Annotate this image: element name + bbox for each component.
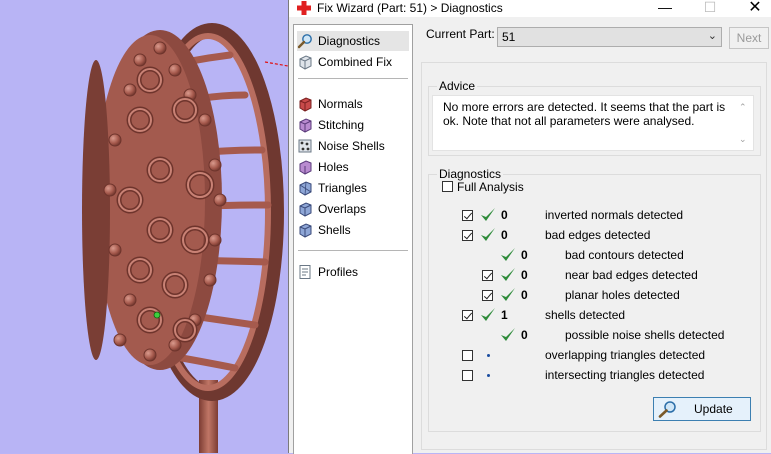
nav-item-diagnostics[interactable]: Diagnostics [297, 31, 409, 51]
diagnostic-checkbox[interactable] [462, 230, 473, 241]
diagnostic-label: bad edges detected [545, 228, 651, 242]
normals-icon [299, 97, 312, 112]
diagnostic-checkbox[interactable] [462, 370, 473, 381]
holes-icon [299, 160, 312, 175]
green-check-icon [501, 268, 515, 281]
magnifier-icon [297, 34, 312, 49]
diagnostic-count: 0 [521, 288, 528, 302]
fix-wizard-dialog: Fix Wizard (Part: 51) > Diagnostics — ☐ … [288, 0, 771, 454]
diagnostic-count: 1 [501, 308, 508, 322]
diagnostic-label: intersecting triangles detected [545, 368, 705, 382]
nav-item-combined-fix[interactable]: Combined Fix [297, 52, 409, 72]
diagnostic-label: possible noise shells detected [565, 328, 725, 342]
green-check-icon [481, 228, 495, 241]
green-check-icon [501, 328, 515, 341]
nav-item-label: Noise Shells [318, 139, 385, 153]
green-check-icon [481, 308, 495, 321]
diagnostics-group-title: Diagnostics [437, 167, 504, 181]
close-button[interactable]: ✕ [735, 0, 771, 17]
diagnostic-label: overlapping triangles detected [545, 348, 706, 362]
diagnostic-count: 0 [521, 328, 528, 342]
window-title: Fix Wizard (Part: 51) > Diagnostics [317, 1, 503, 15]
nav-item-normals[interactable]: Normals [297, 94, 409, 114]
3d-viewport[interactable] [0, 0, 288, 453]
diagnostic-label: planar holes detected [565, 288, 680, 302]
stitching-icon [299, 118, 312, 133]
diagnostic-checkbox[interactable] [482, 290, 493, 301]
diagnostic-label: inverted normals detected [545, 208, 684, 222]
current-part-label: Current Part: [426, 27, 495, 41]
nav-item-label: Combined Fix [318, 55, 393, 69]
green-check-icon [501, 248, 515, 261]
scroll-down-icon[interactable]: ⌄ [739, 134, 747, 145]
pending-dot-icon [487, 354, 490, 357]
diagnostic-label: shells detected [545, 308, 626, 322]
nav-item-profiles[interactable]: Profiles [297, 262, 409, 282]
chevron-down-icon: ⌄ [707, 30, 717, 42]
update-button-label: Update [694, 402, 733, 416]
nav-separator [298, 78, 408, 79]
current-part-value: 51 [502, 30, 516, 44]
green-check-icon [501, 288, 515, 301]
cube-icon [299, 55, 312, 70]
diagnostic-checkbox[interactable] [462, 310, 473, 321]
diagnostic-count: 0 [521, 268, 528, 282]
full-analysis-label: Full Analysis [457, 180, 524, 194]
ring-model-render [82, 23, 288, 453]
nav-separator [298, 250, 408, 251]
update-button[interactable]: Update [653, 397, 751, 421]
diagnostic-checkbox[interactable] [462, 210, 473, 221]
diagnostic-checkbox[interactable] [482, 270, 493, 281]
nav-item-label: Shells [318, 223, 351, 237]
maximize-button[interactable]: ☐ [690, 0, 730, 17]
diagnostic-count: 0 [501, 208, 508, 222]
magnifier-icon [658, 401, 676, 418]
shells-icon [299, 223, 312, 238]
triangles-icon [299, 181, 312, 196]
pending-dot-icon [487, 374, 490, 377]
nav-item-label: Triangles [318, 181, 367, 195]
wizard-nav-panel: Diagnostics Combined Fix Normals Stitchi… [293, 24, 413, 454]
advice-textbox[interactable]: No more errors are detected. It seems th… [432, 95, 754, 151]
nav-item-stitching[interactable]: Stitching [297, 115, 409, 135]
next-button[interactable]: Next [729, 27, 769, 49]
nav-item-shells[interactable]: Shells [297, 220, 409, 240]
advice-text: No more errors are detected. It seems th… [443, 100, 726, 128]
green-check-icon [481, 208, 495, 221]
nav-item-label: Holes [318, 160, 349, 174]
nav-item-label: Stitching [318, 118, 365, 132]
current-part-select[interactable]: 51 ⌄ [497, 27, 722, 47]
overlaps-icon [299, 202, 312, 217]
nav-item-overlaps[interactable]: Overlaps [297, 199, 409, 219]
profiles-icon [299, 265, 311, 279]
diagnostic-count: 0 [521, 248, 528, 262]
noise-shells-icon [298, 139, 312, 153]
nav-item-holes[interactable]: Holes [297, 157, 409, 177]
nav-item-triangles[interactable]: Triangles [297, 178, 409, 198]
diagnostic-checkbox[interactable] [462, 350, 473, 361]
diagnostic-label: near bad edges detected [565, 268, 698, 282]
full-analysis-checkbox[interactable] [442, 181, 453, 192]
advice-scrollbar[interactable]: ⌃ ⌄ [735, 96, 753, 150]
nav-item-label: Normals [318, 97, 363, 111]
title-bar[interactable]: Fix Wizard (Part: 51) > Diagnostics — ☐ … [289, 0, 771, 17]
nav-item-label: Overlaps [318, 202, 367, 216]
diagnostic-label: bad contours detected [565, 248, 684, 262]
diagnostic-count: 0 [501, 228, 508, 242]
nav-item-label: Profiles [318, 265, 359, 279]
red-cross-icon [297, 1, 311, 15]
minimize-button[interactable]: — [645, 0, 685, 17]
nav-item-label: Diagnostics [318, 34, 381, 48]
advice-group-title: Advice [437, 79, 478, 93]
nav-item-noise-shells[interactable]: Noise Shells [297, 136, 409, 156]
scroll-up-icon[interactable]: ⌃ [739, 102, 747, 113]
